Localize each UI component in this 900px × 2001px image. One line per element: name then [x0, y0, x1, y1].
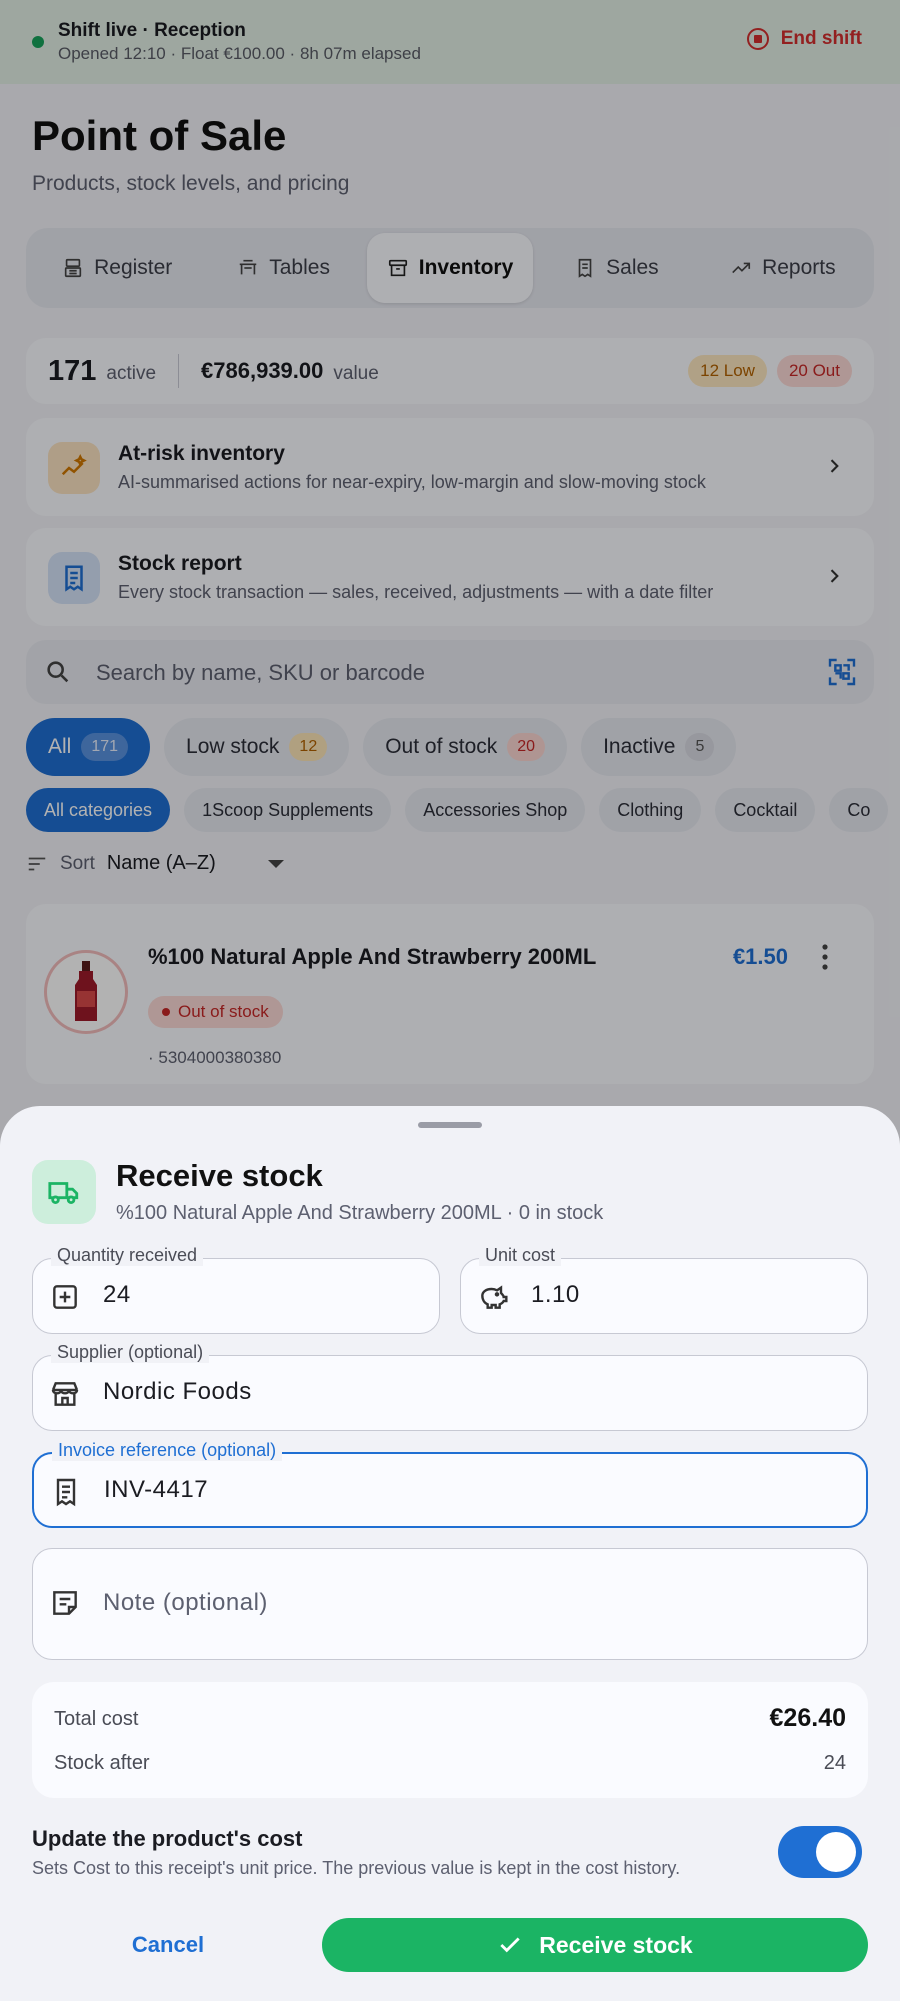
stock-after-label: Stock after: [54, 1752, 150, 1774]
field-value: 24: [103, 1281, 131, 1308]
field-label: Supplier (optional): [51, 1342, 210, 1363]
cancel-button[interactable]: Cancel: [32, 1918, 304, 1972]
update-cost-title: Update the product's cost: [32, 1826, 303, 1851]
store-icon: [51, 1382, 79, 1406]
field-value: INV-4417: [104, 1476, 209, 1503]
invoice-reference-field[interactable]: Invoice reference (optional) INV-4417: [32, 1440, 868, 1528]
total-cost-label: Total cost: [54, 1708, 139, 1730]
quantity-field[interactable]: Quantity received 24: [32, 1245, 440, 1334]
receive-label: Receive stock: [539, 1931, 693, 1958]
field-value: Nordic Foods: [103, 1378, 252, 1405]
note-icon: [53, 1591, 77, 1615]
piggy-bank-icon: [481, 1285, 508, 1309]
add-box-icon: [53, 1285, 77, 1309]
toggle-knob: [816, 1832, 856, 1872]
note-placeholder: Note (optional): [103, 1589, 268, 1616]
field-label: Invoice reference (optional): [52, 1440, 283, 1461]
receipt-totals: Total cost €26.40 Stock after 24: [32, 1682, 868, 1798]
receipt-icon: [56, 1478, 76, 1507]
supplier-field[interactable]: Supplier (optional) Nordic Foods: [32, 1342, 868, 1431]
sheet-title: Receive stock: [116, 1158, 323, 1193]
receive-stock-sheet: Receive stock %100 Natural Apple And Str…: [0, 1106, 900, 2001]
stock-after-value: 24: [823, 1752, 846, 1774]
sheet-subtitle: %100 Natural Apple And Strawberry 200ML …: [116, 1202, 604, 1224]
drag-handle[interactable]: [418, 1122, 482, 1128]
update-cost-subtitle: Sets Cost to this receipt's unit price. …: [32, 1858, 681, 1878]
field-label: Unit cost: [479, 1245, 562, 1266]
update-cost-toggle[interactable]: [778, 1826, 862, 1878]
check-icon: [500, 1937, 520, 1953]
truck-icon: [32, 1160, 96, 1224]
field-value: 1.10: [531, 1281, 580, 1308]
receive-stock-button[interactable]: Receive stock: [322, 1918, 868, 1972]
field-label: Quantity received: [51, 1245, 204, 1266]
unit-cost-field[interactable]: Unit cost 1.10: [460, 1245, 868, 1334]
total-cost-value: €26.40: [769, 1704, 846, 1732]
note-field[interactable]: Note (optional): [32, 1548, 868, 1660]
